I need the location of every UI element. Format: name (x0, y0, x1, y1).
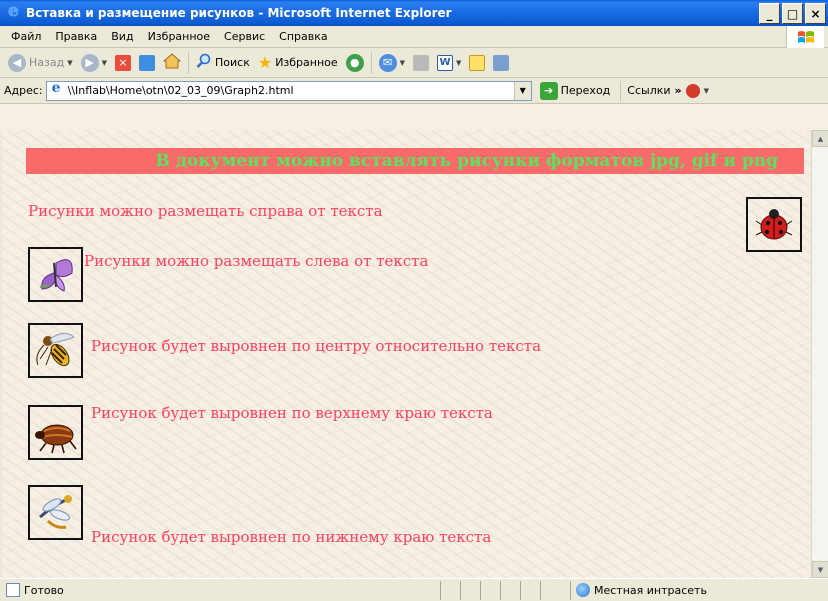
butterfly-icon (39, 259, 73, 292)
text-image-top: Рисунок будет выровнен по верхнему краю … (91, 404, 493, 422)
chevron-double-right-icon: » (674, 84, 682, 97)
ladybug-image (746, 197, 802, 252)
text-image-bottom: Рисунок будет выровнен по нижнему краю т… (91, 528, 492, 546)
windows-logo-icon (786, 26, 824, 48)
messenger-button[interactable] (489, 50, 513, 76)
status-cell (540, 580, 570, 600)
back-button[interactable]: ◀ Назад ▼ (4, 50, 77, 76)
status-cell (460, 580, 480, 600)
chevron-down-icon: ▼ (703, 86, 710, 95)
wasp-icon (36, 333, 75, 367)
beetle-image (28, 405, 83, 460)
status-text-area: Готово (0, 583, 440, 597)
edit-button[interactable]: W ▼ (433, 50, 465, 76)
printer-icon (413, 54, 430, 71)
media-icon: ● (345, 53, 364, 72)
home-icon (162, 53, 182, 72)
menu-favorites[interactable]: Избранное (141, 30, 217, 43)
ladybug-icon (755, 209, 793, 240)
beetle-icon (35, 424, 77, 454)
status-cell (480, 580, 500, 600)
go-arrow-icon: ➔ (539, 81, 558, 100)
address-label: Адрес: (4, 84, 43, 97)
refresh-button[interactable] (135, 50, 159, 76)
forward-arrow-icon: ▶ (80, 53, 99, 72)
page-icon (49, 80, 65, 99)
search-icon (196, 53, 212, 72)
status-cell (500, 580, 520, 600)
word-icon: W (437, 54, 454, 71)
star-icon: ★ (257, 53, 273, 72)
ie-icon (6, 1, 22, 21)
chevron-down-icon: ▼ (399, 58, 406, 67)
go-button[interactable]: ➔ Переход (539, 81, 610, 100)
dragonfly-icon (39, 495, 72, 529)
maximize-button[interactable]: □ (782, 3, 803, 24)
address-url: \\Inflab\Home\otn\02_03_09\Graph2.html (67, 84, 294, 97)
stop-icon: × (115, 54, 131, 71)
status-bar: Готово Местная интрасеть (0, 578, 828, 601)
text-image-left: Рисунки можно размещать слева от текста (84, 252, 429, 270)
page-heading: В документ можно вставлять рисунки форма… (155, 151, 778, 171)
chevron-down-icon: ▼ (67, 58, 73, 67)
wasp-image (28, 323, 83, 378)
messenger-icon (493, 54, 510, 71)
content-top-strip (0, 104, 828, 130)
menu-view[interactable]: Вид (104, 30, 140, 43)
scroll-down-button[interactable]: ▼ (812, 561, 828, 578)
favorites-button[interactable]: ★ Избранное (254, 50, 342, 76)
forward-button[interactable]: ▶ ▼ (77, 50, 111, 76)
scroll-up-button[interactable]: ▲ (812, 130, 828, 147)
chevron-down-icon: ▼ (101, 58, 107, 67)
text-image-right: Рисунки можно размещать справа от текста (28, 202, 383, 220)
back-arrow-icon: ◀ (8, 53, 26, 72)
search-button[interactable]: Поиск (192, 50, 254, 76)
minimize-button[interactable]: _ (759, 3, 780, 24)
stop-button[interactable]: × (111, 50, 135, 76)
intranet-globe-icon (576, 583, 590, 597)
discuss-button[interactable] (465, 50, 489, 76)
butterfly-image (28, 247, 83, 302)
toolbar-separator (188, 51, 189, 74)
status-cell (520, 580, 540, 600)
menu-file[interactable]: Файл (4, 30, 48, 43)
address-input[interactable]: \\Inflab\Home\otn\02_03_09\Graph2.html ▼ (45, 80, 532, 101)
page-done-icon (6, 583, 20, 597)
media-button[interactable]: ● (342, 50, 368, 76)
mail-button[interactable]: ✉ ▼ (375, 50, 409, 76)
close-button[interactable]: × (805, 3, 826, 24)
status-text: Готово (24, 583, 64, 597)
mail-icon: ✉ (378, 53, 397, 72)
menu-edit[interactable]: Правка (48, 30, 104, 43)
menu-bar: Файл Правка Вид Избранное Сервис Справка (0, 26, 828, 48)
refresh-icon (139, 54, 155, 71)
window-title: Вставка и размещение рисунков - Microsof… (26, 6, 452, 20)
status-cell (440, 580, 460, 600)
links-button[interactable]: Ссылки » ▼ (620, 80, 710, 101)
folder-icon (469, 54, 486, 71)
menu-tools[interactable]: Сервис (217, 30, 272, 43)
address-bar: Адрес: \\Inflab\Home\otn\02_03_09\Graph2… (0, 78, 828, 104)
toolbar-separator (370, 51, 372, 74)
menu-help[interactable]: Справка (272, 30, 334, 43)
window-controls: _ □ × (759, 3, 826, 24)
chevron-down-icon: ▼ (456, 58, 462, 67)
title-bar[interactable]: Вставка и размещение рисунков - Microsof… (0, 0, 828, 26)
security-zone[interactable]: Местная интрасеть (570, 580, 707, 600)
standard-toolbar: ◀ Назад ▼ ▶ ▼ × Поиск ★ Избранное ● ✉ ▼ … (0, 48, 828, 78)
vertical-scrollbar[interactable]: ▲ ▼ (811, 130, 828, 578)
insect-image (28, 485, 83, 540)
zone-text: Местная интрасеть (594, 583, 707, 597)
home-button[interactable] (159, 50, 185, 76)
print-button[interactable] (409, 50, 433, 76)
acrobat-icon (685, 83, 700, 98)
text-image-middle: Рисунок будет выровнен по центру относит… (91, 337, 542, 355)
page-heading-band: В документ можно вставлять рисунки форма… (26, 148, 804, 174)
address-dropdown-button[interactable]: ▼ (513, 81, 531, 100)
